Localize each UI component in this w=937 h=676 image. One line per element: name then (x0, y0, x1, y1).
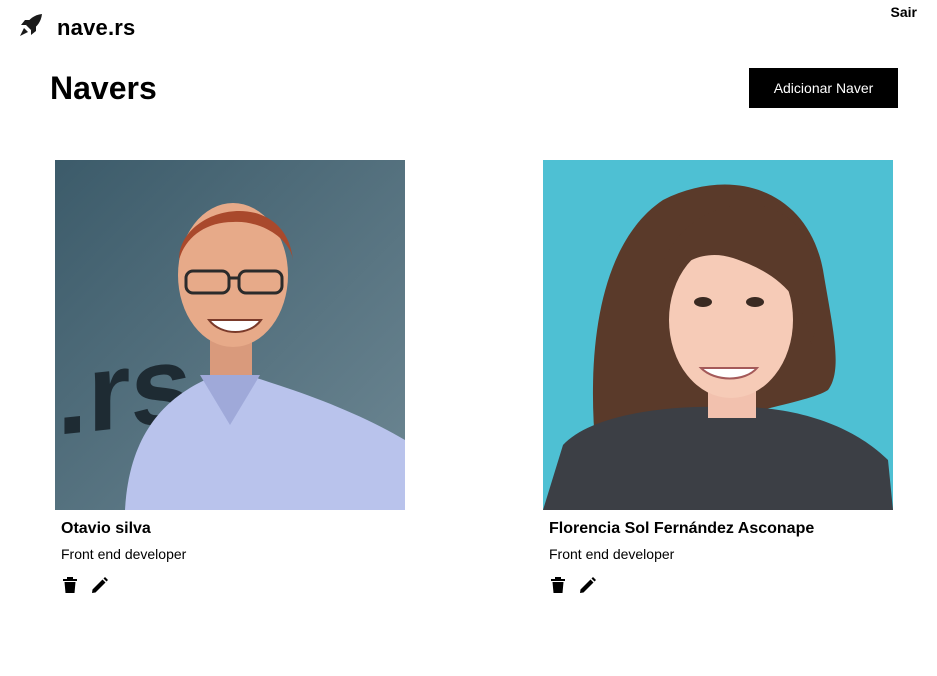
naver-photo[interactable] (543, 160, 893, 510)
rocket-icon (17, 11, 45, 44)
naver-card: Florencia Sol Fernández Asconape Front e… (543, 160, 893, 594)
naver-actions (61, 576, 405, 594)
naver-role: Front end developer (61, 546, 187, 562)
naver-name: Florencia Sol Fernández Asconape (549, 520, 815, 537)
page-title: Navers (50, 70, 157, 106)
header-logo[interactable]: nave.rs (17, 11, 135, 44)
pencil-icon[interactable] (91, 576, 109, 594)
brand-name: nave.rs (57, 14, 136, 40)
naver-card: .rs Otavio silva Front end developer (55, 160, 405, 594)
naver-role: Front end developer (549, 546, 675, 562)
add-naver-button[interactable]: Adicionar Naver (749, 68, 898, 108)
trash-icon[interactable] (61, 576, 79, 594)
naver-name: Otavio silva (61, 520, 151, 537)
naver-actions (549, 576, 893, 594)
trash-icon[interactable] (549, 576, 567, 594)
logout-link[interactable]: Sair (891, 4, 917, 20)
pencil-icon[interactable] (579, 576, 597, 594)
naver-photo[interactable]: .rs (55, 160, 405, 510)
